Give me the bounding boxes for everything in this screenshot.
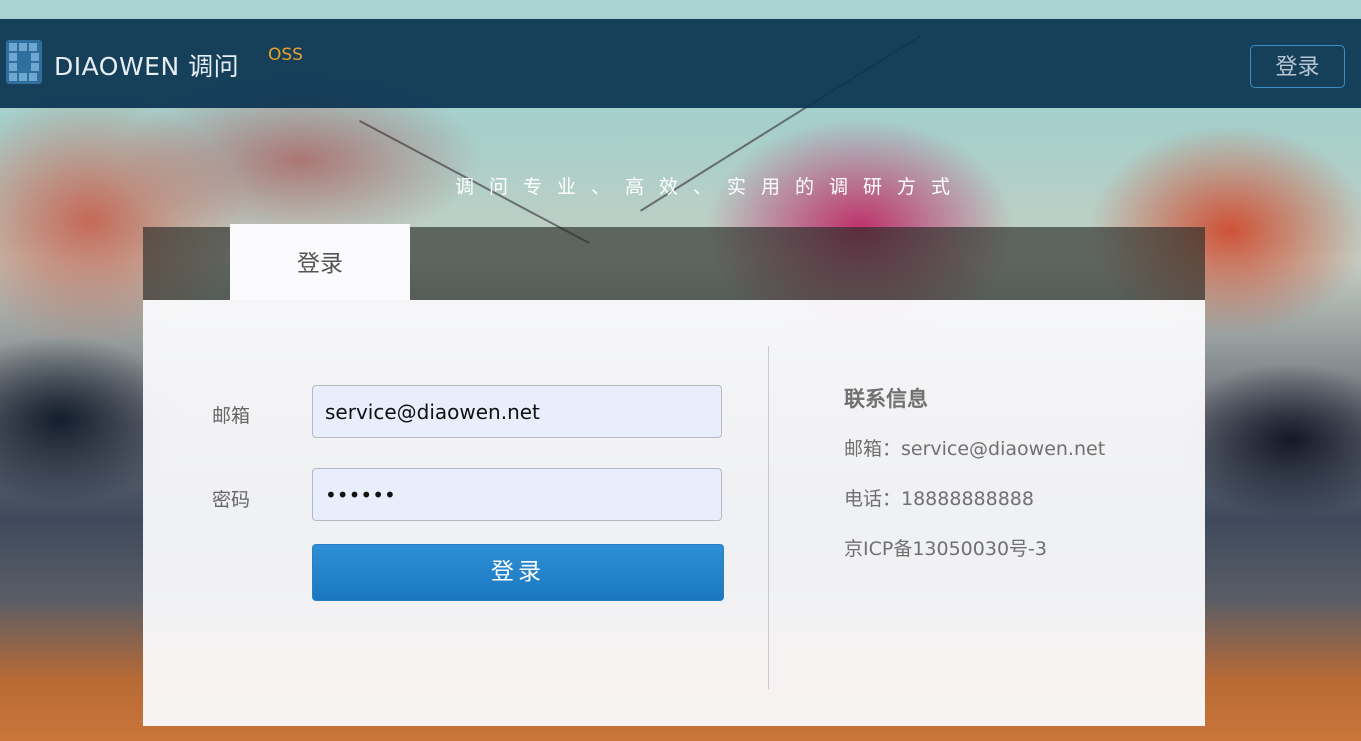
contact-title: 联系信息	[844, 387, 928, 411]
password-label: 密码	[212, 489, 251, 511]
password-input[interactable]	[312, 468, 722, 521]
divider	[768, 346, 769, 689]
logo-suffix: OSS	[268, 45, 303, 65]
contact-icp: 京ICP备13050030号-3	[844, 538, 1047, 560]
login-submit-button[interactable]: 登录	[312, 544, 724, 601]
email-label: 邮箱	[212, 405, 251, 427]
logo-text: DIAOWEN 调问	[54, 52, 240, 81]
top-navbar: DIAOWEN 调问 OSS 登录	[0, 19, 1361, 108]
contact-email: 邮箱：service@diaowen.net	[844, 438, 1106, 460]
contact-phone: 电话：18888888888	[844, 488, 1034, 510]
tab-login[interactable]: 登录	[230, 224, 410, 300]
logo-icon	[6, 40, 42, 84]
email-input[interactable]	[312, 385, 722, 438]
header-login-button[interactable]: 登录	[1250, 45, 1345, 88]
slogan: 调问专业、高效、实用的调研方式	[454, 176, 965, 198]
